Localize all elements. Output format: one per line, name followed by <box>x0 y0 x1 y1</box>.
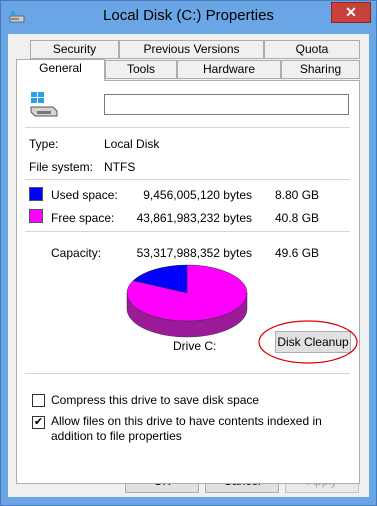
used-space-gb: 8.80 GB <box>275 188 320 202</box>
capacity-gb: 49.6 GB <box>275 246 320 260</box>
title-bar[interactable]: Local Disk (C:) Properties ✕ <box>1 1 376 34</box>
index-checkbox[interactable]: ✔ <box>32 416 45 429</box>
disk-usage-pie <box>126 264 248 338</box>
free-space-label: Free space: <box>51 211 115 225</box>
file-system-label: File system: <box>29 160 94 174</box>
free-space-bytes: 43,861,983,232 bytes <box>136 211 252 225</box>
capacity-label: Capacity: <box>51 246 102 260</box>
compress-label: Compress this drive to save disk space <box>51 393 260 407</box>
tab-general[interactable]: General <box>16 59 105 81</box>
type-label: Type: <box>29 137 59 151</box>
highlight-ellipse <box>258 320 358 364</box>
separator <box>25 231 350 232</box>
capacity-bytes: 53,317,988,352 bytes <box>136 246 252 260</box>
used-space-swatch <box>29 187 43 201</box>
general-tab-panel: Type: Local Disk File system: NTFS Used … <box>16 80 360 484</box>
file-system-value: NTFS <box>104 160 136 174</box>
tab-sharing[interactable]: Sharing <box>281 60 360 79</box>
separator <box>25 127 350 128</box>
used-space-bytes: 9,456,005,120 bytes <box>143 188 252 202</box>
drive-label: Drive C: <box>173 339 217 353</box>
compress-checkbox[interactable] <box>32 394 45 407</box>
tab-quota[interactable]: Quota <box>264 40 360 59</box>
free-space-swatch <box>29 209 43 223</box>
volume-label-input[interactable] <box>104 94 349 115</box>
tab-hardware[interactable]: Hardware <box>177 60 281 79</box>
window-title: Local Disk (C:) Properties <box>103 7 274 24</box>
tab-security[interactable]: Security <box>30 40 119 59</box>
tab-previous-versions[interactable]: Previous Versions <box>119 40 264 59</box>
type-value: Local Disk <box>104 137 160 151</box>
separator <box>25 179 350 180</box>
dialog-body: Security Previous Versions Quota General… <box>8 34 369 497</box>
index-label: Allow files on this drive to have conten… <box>51 414 322 443</box>
tab-tools[interactable]: Tools <box>105 60 177 79</box>
used-space-label: Used space: <box>51 188 118 202</box>
properties-window: Local Disk (C:) Properties ✕ Security Pr… <box>0 0 377 506</box>
separator <box>25 373 350 374</box>
local-disk-icon <box>30 92 58 117</box>
close-button[interactable]: ✕ <box>331 2 371 23</box>
free-space-gb: 40.8 GB <box>275 211 320 225</box>
